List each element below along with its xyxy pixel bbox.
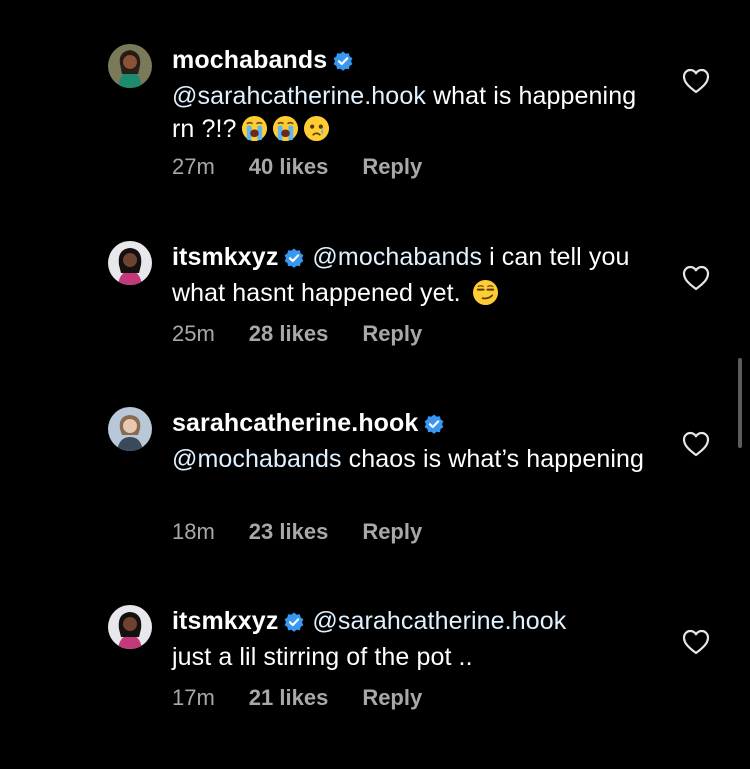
avatar[interactable] — [108, 605, 152, 649]
likes-count[interactable]: 21 likes — [249, 685, 329, 711]
comment-timestamp: 17m — [172, 685, 215, 710]
comment-timestamp: 18m — [172, 519, 215, 544]
like-heart-icon[interactable] — [682, 68, 710, 94]
reply-button[interactable]: Reply — [362, 321, 422, 347]
avatar-image — [108, 44, 152, 88]
comment-message: chaos is what’s happening — [341, 445, 644, 473]
avatar-image — [108, 407, 152, 451]
comment-timestamp: 25m — [172, 321, 215, 346]
likes-count[interactable]: 23 likes — [249, 519, 329, 545]
face-holding-back-tears-emoji — [303, 115, 329, 142]
comment-username[interactable]: itsmkxyz — [172, 243, 278, 271]
comment-username[interactable]: itsmkxyz — [172, 607, 278, 635]
mention-link[interactable]: @mochabands — [312, 243, 482, 271]
verified-badge-icon — [333, 47, 353, 80]
reply-button[interactable]: Reply — [362, 685, 422, 711]
mention-link[interactable]: @sarahcatherine.hook — [312, 607, 566, 635]
reply-button[interactable]: Reply — [362, 519, 422, 545]
comment-meta: 18m 23 likes Reply — [172, 519, 422, 545]
like-heart-icon[interactable] — [682, 629, 710, 655]
smirking-face-emoji — [472, 279, 498, 306]
comment-body: itsmkxyz @mochabands i can tell you what … — [172, 241, 652, 346]
comment-username[interactable]: mochabands — [172, 46, 327, 74]
loudly-crying-face-emoji — [241, 115, 267, 142]
avatar[interactable] — [108, 407, 152, 451]
avatar-image — [108, 605, 152, 649]
mention-link[interactable]: @sarahcatherine.hook — [172, 82, 426, 110]
likes-count[interactable]: 40 likes — [249, 154, 329, 180]
comment-meta: 17m 21 likes Reply — [172, 685, 422, 711]
avatar[interactable] — [108, 241, 152, 285]
avatar[interactable] — [108, 44, 152, 88]
comment-meta: 27m 40 likes Reply — [172, 154, 422, 180]
verified-badge-icon — [284, 608, 304, 641]
comment-text: mochabands @sarahcatherine.hook what is h… — [172, 44, 652, 146]
like-heart-icon[interactable] — [682, 265, 710, 291]
verified-badge-icon — [424, 410, 444, 443]
comment-message: just a lil stirring of the pot .. — [172, 643, 473, 671]
comment-meta: 25m 28 likes Reply — [172, 321, 422, 347]
comment-text: itsmkxyz @sarahcatherine.hook just a lil … — [172, 605, 652, 674]
reply-button[interactable]: Reply — [362, 154, 422, 180]
mention-link[interactable]: @mochabands — [172, 445, 342, 473]
comment-username[interactable]: sarahcatherine.hook — [172, 409, 418, 437]
comment-body: itsmkxyz @sarahcatherine.hook just a lil … — [172, 605, 652, 710]
scrollbar[interactable] — [738, 358, 742, 448]
avatar-image — [108, 241, 152, 285]
comment-text: sarahcatherine.hook @mochabands chaos is … — [172, 407, 652, 476]
verified-badge-icon — [284, 244, 304, 277]
comment-text: itsmkxyz @mochabands i can tell you what … — [172, 241, 652, 310]
loudly-crying-face-emoji — [272, 115, 298, 142]
comment-body: mochabands @sarahcatherine.hook what is h… — [172, 44, 652, 179]
like-heart-icon[interactable] — [682, 431, 710, 457]
comment-timestamp: 27m — [172, 154, 215, 179]
likes-count[interactable]: 28 likes — [249, 321, 329, 347]
comment-body: sarahcatherine.hook @mochabands chaos is … — [172, 407, 652, 544]
